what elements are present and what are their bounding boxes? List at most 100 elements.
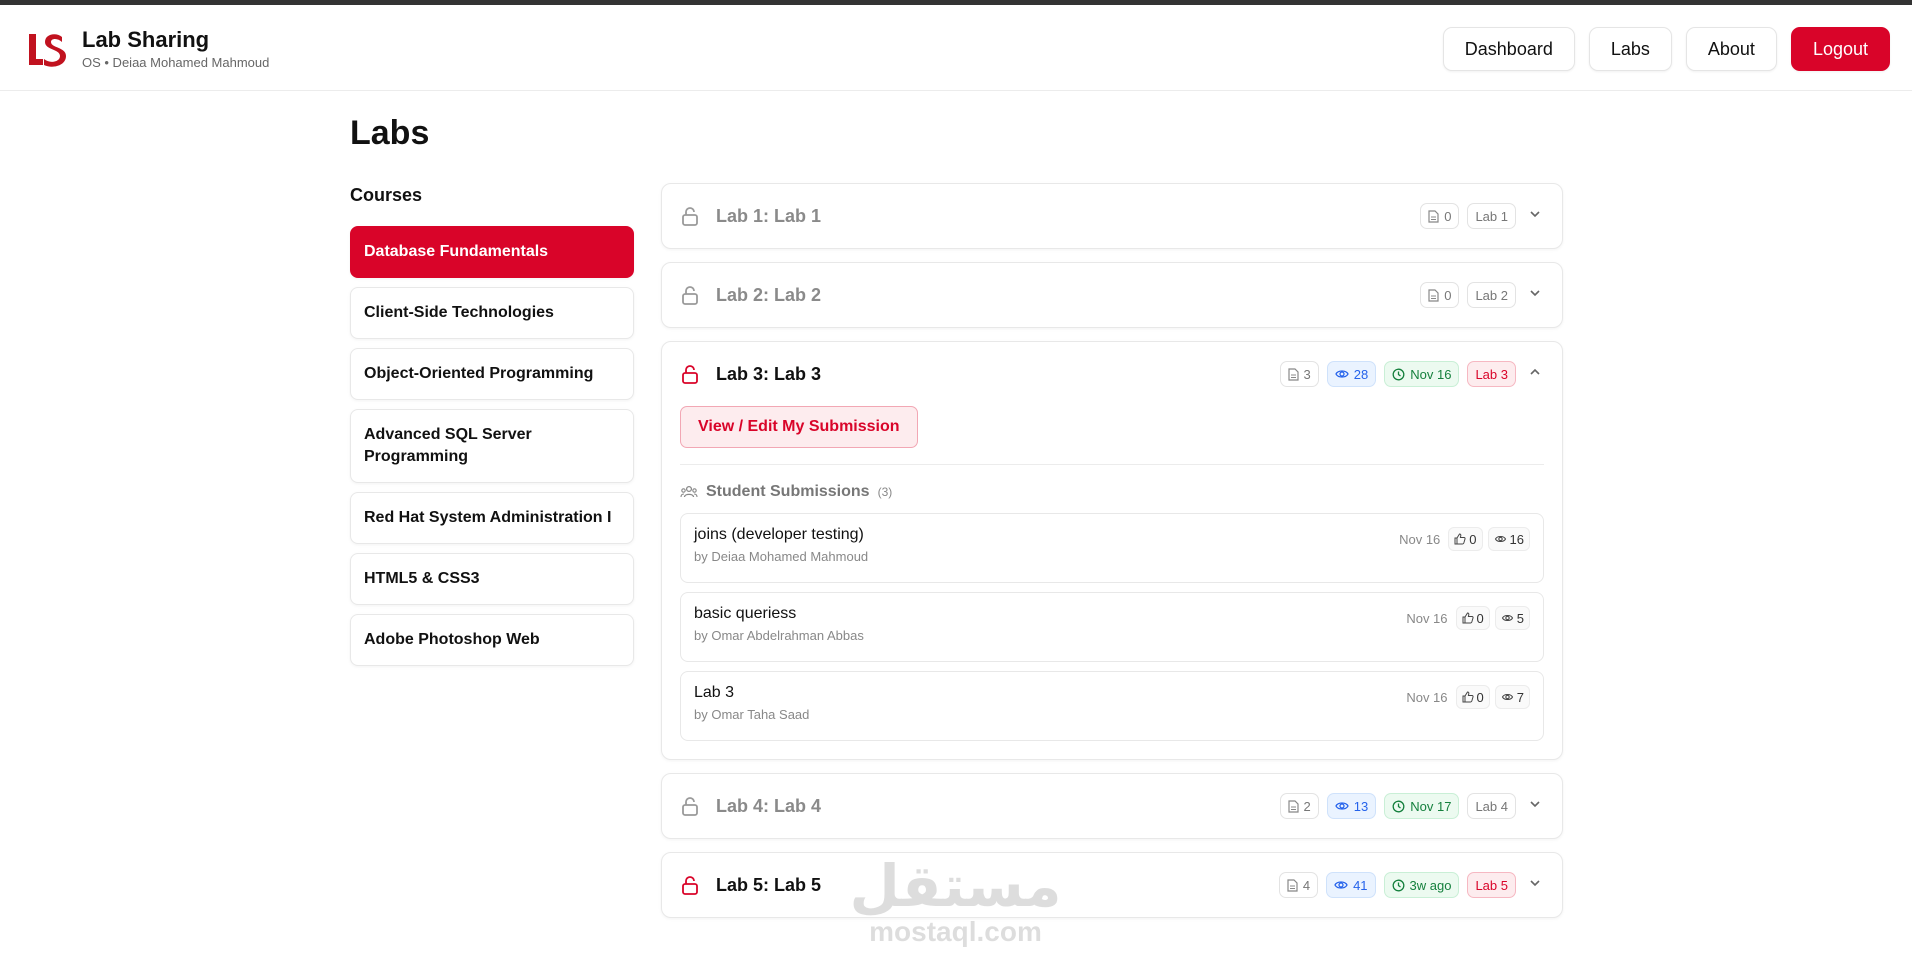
clock-icon [1392,800,1405,812]
nav-labs-button[interactable]: Labs [1588,27,1672,71]
lab-header[interactable]: Lab 4: Lab 4 2 13 Nov 17 Lab 4 [662,774,1562,838]
logout-button[interactable]: Logout [1790,27,1890,71]
date-value: 3w ago [1409,877,1452,893]
divider [680,464,1544,465]
submission-title: Lab 3 [694,684,735,701]
course-item-advanced-sql-server[interactable]: Advanced SQL Server Programming [350,409,634,483]
lab-header[interactable]: Lab 5: Lab 5 4 41 3w ago Lab 5 [662,853,1562,917]
file-icon [1287,367,1299,381]
views-count: 16 [1509,531,1524,547]
files-count-badge: 0 [1420,203,1460,229]
submission-item[interactable]: joins (developer testing) by Deiaa Moham… [680,513,1544,583]
eye-icon [1501,614,1513,622]
app-title: Lab Sharing [82,27,210,52]
top-nav: Dashboard Labs About Logout [1442,27,1890,71]
course-list: Database Fundamentals Client-Side Techno… [350,226,634,675]
thumbs-up-icon [1462,612,1474,624]
submission-date: Nov 16 [1406,610,1448,626]
thumbs-up-icon [1454,533,1466,545]
lab-title: Lab 1: Lab 1 [716,205,822,226]
course-item-object-oriented-programming[interactable]: Object-Oriented Programming [350,348,634,400]
chevron-down-icon[interactable] [1528,876,1542,890]
files-count: 2 [1303,798,1311,814]
date-badge: Nov 16 [1384,361,1460,387]
submission-item[interactable]: basic queriess by Omar Abdelrahman Abbas… [680,592,1544,662]
lab-tag-badge: Lab 4 [1467,793,1516,819]
lab-tag-badge: Lab 3 [1467,361,1516,387]
lab-header[interactable]: Lab 2: Lab 2 0 Lab 2 [662,263,1562,327]
brand[interactable]: Lab Sharing OS • Deiaa Mohamed Mahmoud [26,27,269,70]
lock-icon [680,285,700,305]
page-title: Labs [350,114,430,152]
file-icon [1428,288,1439,302]
submission-title: basic queriess [694,605,797,622]
submission-author: by Omar Abdelrahman Abbas [694,628,864,643]
lab-card-expanded: Lab 3: Lab 3 3 28 Nov 16 Lab 3 View / Ed… [661,341,1563,760]
course-item-database-fundamentals[interactable]: Database Fundamentals [350,226,634,278]
eye-icon [1494,535,1506,543]
like-button[interactable]: 0 [1455,685,1490,709]
views-count: 28 [1353,366,1369,382]
views-count-badge: 28 [1326,361,1377,387]
lab-card: Lab 2: Lab 2 0 Lab 2 [661,262,1563,328]
lock-icon [680,206,700,226]
thumbs-up-icon [1462,691,1474,703]
chevron-down-icon[interactable] [1528,286,1542,300]
files-count-badge: 4 [1278,872,1319,898]
file-icon [1287,878,1298,892]
lock-icon [680,796,700,816]
date-badge: Nov 17 [1384,793,1460,819]
nav-dashboard-button[interactable]: Dashboard [1442,27,1575,71]
lab-tag-badge: Lab 2 [1467,282,1516,308]
course-item-html5-css3[interactable]: HTML5 & CSS3 [350,553,634,605]
chevron-up-icon[interactable] [1528,365,1542,379]
lab-sharing-logo [26,29,66,69]
views-count: 41 [1353,877,1368,893]
submissions-heading: Student Submissions (3) [680,483,1544,501]
lab-header[interactable]: Lab 3: Lab 3 3 28 Nov 16 Lab 3 [662,342,1562,406]
file-icon [1428,209,1439,223]
eye-icon [1335,370,1349,378]
date-value: Nov 17 [1410,798,1452,814]
lab-tag-badge: Lab 1 [1467,203,1516,229]
lock-open-icon [680,364,700,384]
lab-header[interactable]: Lab 1: Lab 1 0 Lab 1 [662,184,1562,248]
users-icon [680,485,698,498]
like-button[interactable]: 0 [1448,527,1483,551]
submission-date: Nov 16 [1406,689,1448,705]
lock-open-icon [680,875,700,895]
chevron-down-icon[interactable] [1528,207,1542,221]
eye-icon [1334,881,1348,889]
nav-about-button[interactable]: About [1685,27,1777,71]
date-badge: 3w ago [1383,872,1460,898]
submission-date: Nov 16 [1399,531,1441,547]
submission-author: by Deiaa Mohamed Mahmoud [694,549,869,564]
views-count: 5 [1516,610,1524,626]
submissions-title: Student Submissions [706,483,870,500]
clock-icon [1392,368,1405,380]
date-value: Nov 16 [1410,366,1452,382]
lab-title: Lab 4: Lab 4 [716,795,822,816]
chevron-down-icon[interactable] [1528,797,1542,811]
view-edit-submission-button[interactable]: View / Edit My Submission [680,406,918,448]
lab-card: Lab 1: Lab 1 0 Lab 1 [661,183,1563,249]
submission-author: by Omar Taha Saad [694,707,810,722]
like-button[interactable]: 0 [1455,606,1490,630]
files-count-badge: 3 [1279,361,1319,387]
views-indicator: 5 [1494,606,1530,630]
eye-icon [1335,802,1349,810]
files-count-badge: 2 [1279,793,1319,819]
lab-card: Lab 4: Lab 4 2 13 Nov 17 Lab 4 [661,773,1563,839]
lab-title: Lab 2: Lab 2 [716,284,822,305]
clock-icon [1392,879,1404,891]
course-item-client-side-technologies[interactable]: Client-Side Technologies [350,287,634,339]
views-indicator: 7 [1494,685,1530,709]
course-item-adobe-photoshop-web[interactable]: Adobe Photoshop Web [350,614,634,666]
likes-count: 0 [1476,610,1484,626]
files-count-badge: 0 [1420,282,1460,308]
lab-card: Lab 5: Lab 5 4 41 3w ago Lab 5 [661,852,1563,918]
lab-tag-badge: Lab 5 [1467,872,1516,898]
course-item-red-hat-sysadmin[interactable]: Red Hat System Administration I [350,492,634,544]
submission-item[interactable]: Lab 3 by Omar Taha Saad Nov 16 0 7 [680,671,1544,741]
views-count-badge: 13 [1326,793,1377,819]
